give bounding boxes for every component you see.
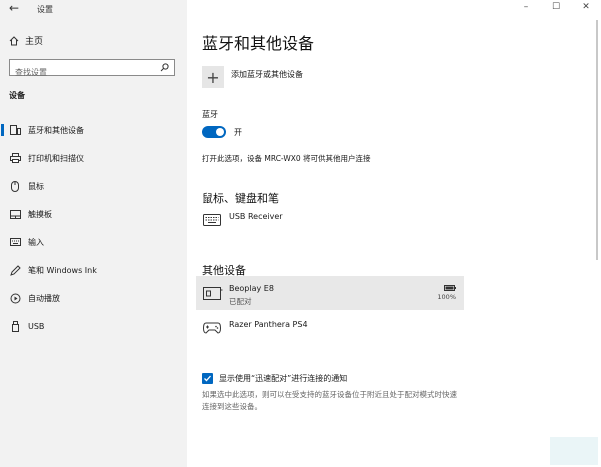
device-name: Beoplay E8	[229, 284, 274, 293]
sidebar-item-label: 打印机和扫描仪	[28, 153, 84, 163]
autoplay-icon	[9, 293, 21, 304]
audio-device-icon	[203, 287, 223, 300]
add-device-button[interactable]: +	[202, 66, 224, 88]
section-heading-devices: 设备	[9, 91, 25, 100]
device-status: 已配对	[229, 297, 252, 306]
nav-home[interactable]: 主页	[9, 34, 43, 47]
sidebar-item-label: 触摸板	[28, 209, 52, 219]
usb-icon	[9, 320, 21, 332]
discoverable-text: 打开此选项，设备 MRC-WX0 将可供其他用户连接	[202, 154, 371, 163]
pen-icon	[9, 264, 21, 276]
sidebar-item-label: 自动播放	[28, 293, 60, 303]
sidebar-item-label: 输入	[28, 237, 44, 247]
bluetooth-toggle-state: 开	[234, 128, 242, 137]
device-name: Razer Panthera PS4	[229, 320, 308, 329]
plus-icon: +	[206, 67, 220, 87]
sidebar-item-label: USB	[28, 321, 45, 331]
sidebar-item-touchpad[interactable]: 触摸板	[0, 203, 187, 225]
printer-icon	[9, 153, 21, 163]
device-name: USB Receiver	[229, 212, 283, 221]
checkmark-icon	[204, 375, 211, 382]
sidebar-item-printers[interactable]: 打印机和扫描仪	[0, 147, 187, 169]
swift-pair-checkbox[interactable]	[202, 373, 213, 384]
search-box[interactable]	[9, 59, 175, 80]
sidebar-item-pen[interactable]: 笔和 Windows Ink	[0, 259, 187, 281]
sidebar-item-autoplay[interactable]: 自动播放	[0, 287, 187, 309]
swift-pair-description: 如果选中此选项，则可以在受支持的蓝牙设备位于附近且处于配对模式时快速连接到这些设…	[202, 390, 457, 411]
page-title: 蓝牙和其他设备	[202, 34, 315, 53]
sidebar: ← 设置 主页 设备 蓝牙和其他设备 打印机和扫描仪 鼠标	[0, 0, 187, 467]
bluetooth-toggle[interactable]	[202, 126, 226, 138]
keyboard-icon	[203, 214, 221, 226]
battery-indicator: 100%	[437, 285, 456, 301]
sidebar-item-label: 鼠标	[28, 181, 44, 191]
keyboard-icon	[9, 238, 21, 246]
home-icon	[9, 35, 19, 45]
sidebar-item-bluetooth[interactable]: 蓝牙和其他设备	[0, 119, 187, 141]
minimize-button[interactable]: –	[511, 0, 541, 14]
add-device-label[interactable]: 添加蓝牙或其他设备	[231, 69, 303, 80]
nav-home-label: 主页	[25, 37, 44, 47]
sidebar-item-label: 笔和 Windows Ink	[28, 265, 97, 275]
sidebar-item-input[interactable]: 输入	[0, 231, 187, 253]
sidebar-item-mouse[interactable]: 鼠标	[0, 175, 187, 197]
search-input[interactable]	[10, 65, 155, 80]
search-icon[interactable]	[160, 63, 169, 72]
close-button[interactable]: ✕	[571, 0, 601, 14]
scrollbar[interactable]	[596, 20, 598, 260]
device-row-razer[interactable]: Razer Panthera PS4	[196, 312, 464, 346]
touchpad-icon	[9, 209, 21, 219]
gamepad-icon	[203, 322, 221, 334]
sidebar-item-usb[interactable]: USB	[0, 315, 187, 337]
window-controls: – ☐ ✕	[511, 0, 601, 14]
device-row-beoplay[interactable]: Beoplay E8 已配对 100%	[196, 276, 464, 310]
bluetooth-label: 蓝牙	[202, 110, 218, 119]
battery-icon	[444, 285, 456, 291]
device-row-usb-receiver[interactable]: USB Receiver	[196, 204, 464, 238]
maximize-button[interactable]: ☐	[541, 0, 571, 14]
mouse-icon	[9, 180, 21, 192]
sidebar-item-label: 蓝牙和其他设备	[28, 125, 84, 135]
back-arrow-icon[interactable]: ←	[9, 1, 19, 15]
window-title: 设置	[37, 5, 53, 14]
swift-pair-label[interactable]: 显示使用“迅速配对”进行连接的通知	[219, 373, 347, 384]
bluetooth-devices-icon	[9, 125, 21, 135]
battery-percent: 100%	[437, 293, 456, 301]
corner-overlay	[550, 437, 598, 465]
